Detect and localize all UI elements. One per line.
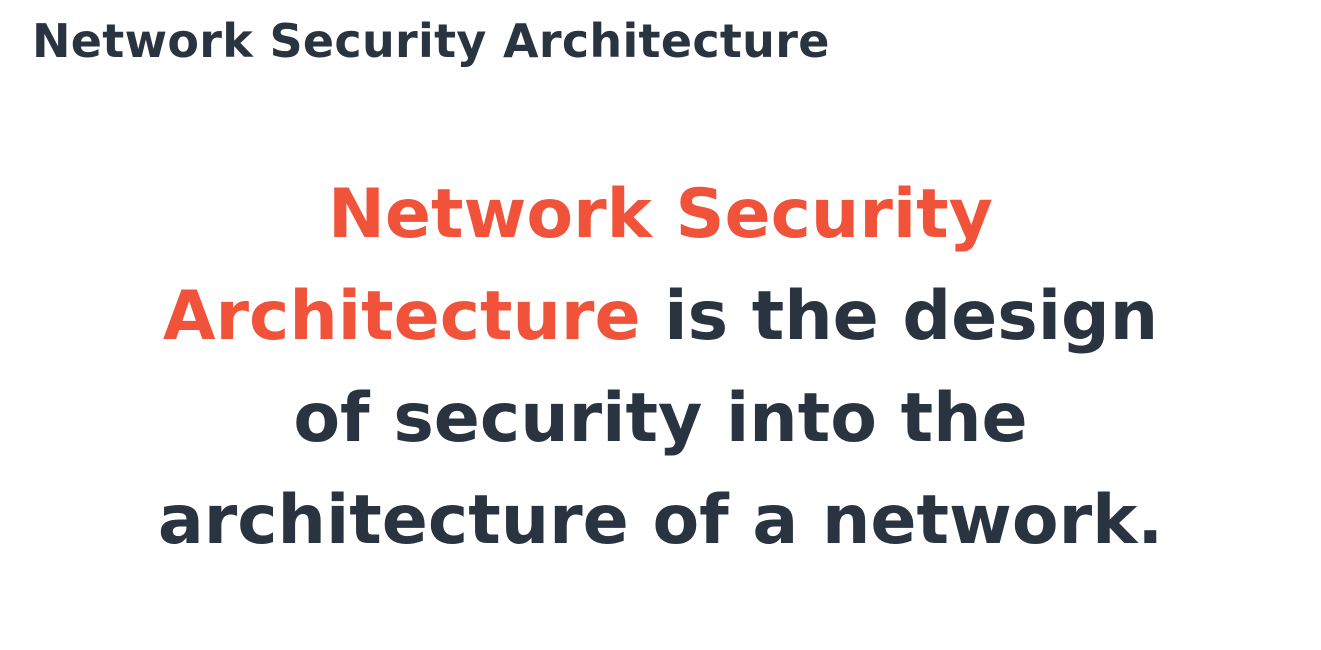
slide-title: Network Security Architecture <box>32 14 830 68</box>
highlighted-term-part-2: Architecture <box>162 277 641 356</box>
statement-text-2: is the design <box>640 277 1159 356</box>
highlighted-term-part-1: Network Security <box>328 175 993 254</box>
definition-statement: Network Security Architecture is the des… <box>0 164 1321 572</box>
statement-line-4: architecture of a network. <box>157 481 1164 560</box>
slide: Network Security Architecture Network Se… <box>0 0 1321 650</box>
statement-line-3: of security into the <box>293 379 1028 458</box>
statement-line-2: Architecture is the design <box>0 266 1321 368</box>
statement-line-1: Network Security <box>0 164 1321 266</box>
